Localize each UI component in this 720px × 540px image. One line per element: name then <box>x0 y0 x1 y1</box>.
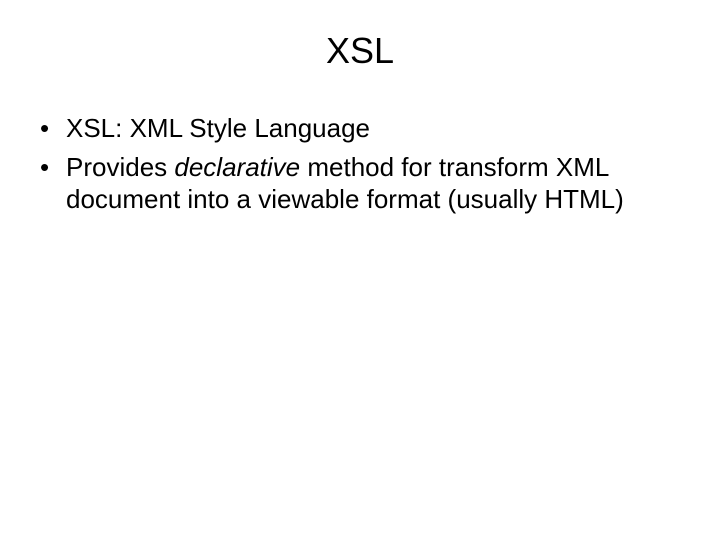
list-item: Provides declarative method for transfor… <box>40 151 690 216</box>
bullet-text-em: declarative <box>174 152 300 182</box>
slide-title: XSL <box>30 30 690 72</box>
bullet-list: XSL: XML Style Language Provides declara… <box>30 112 690 216</box>
slide: XSL XSL: XML Style Language Provides dec… <box>0 0 720 540</box>
bullet-text-pre: Provides <box>66 152 174 182</box>
bullet-text: XSL: XML Style Language <box>66 113 370 143</box>
list-item: XSL: XML Style Language <box>40 112 690 145</box>
